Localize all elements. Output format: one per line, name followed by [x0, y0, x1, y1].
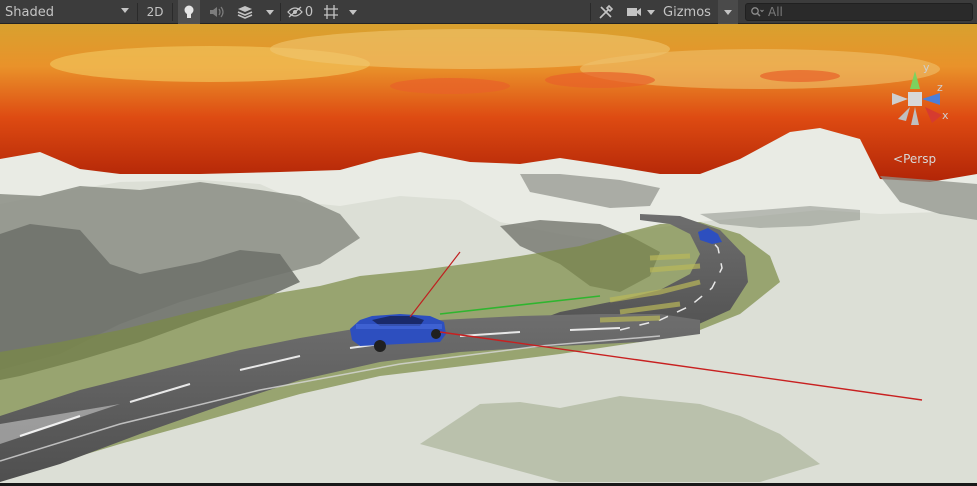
effects-dropdown[interactable] — [263, 0, 277, 24]
camera-dropdown[interactable] — [644, 0, 658, 24]
light-bulb-icon — [184, 5, 194, 18]
audio-toggle[interactable] — [206, 0, 228, 24]
projection-toggle[interactable]: <Persp — [893, 152, 936, 166]
projection-label: Persp — [903, 152, 937, 166]
grid-dropdown[interactable] — [346, 0, 360, 24]
camera-icon — [627, 8, 641, 16]
axis-gizmo-icon: y z x — [892, 61, 949, 125]
lighting-toggle[interactable] — [178, 0, 200, 24]
divider — [280, 3, 281, 21]
chevron-left-icon: < — [893, 152, 904, 166]
axis-z-label: z — [937, 81, 943, 94]
speaker-icon — [210, 6, 224, 18]
eye-slash-icon — [286, 6, 303, 18]
divider — [590, 3, 591, 21]
divider — [137, 3, 138, 21]
search-icon — [751, 7, 764, 17]
scene-render — [0, 24, 977, 483]
orientation-gizmo[interactable]: y z x — [880, 59, 950, 139]
draw-mode-label: Shaded — [5, 4, 54, 20]
search-input[interactable] — [764, 5, 958, 19]
hidden-count: 0 — [304, 4, 314, 20]
axis-x-label: x — [942, 109, 949, 122]
2d-mode-button[interactable]: 2D — [142, 0, 168, 24]
grid-toggle[interactable] — [320, 0, 342, 24]
tools-icon — [599, 4, 614, 19]
axis-y-label: y — [923, 61, 930, 74]
scene-search[interactable] — [745, 3, 973, 21]
grid-snap-icon — [324, 5, 338, 19]
scene-toolbar: Shaded 2D 0 Gizmos — [0, 0, 977, 24]
tools-button[interactable] — [595, 0, 617, 24]
hidden-objects-toggle[interactable]: 0 — [284, 0, 316, 24]
draw-mode-dropdown[interactable]: Shaded — [0, 0, 135, 24]
chevron-down-icon — [121, 8, 129, 13]
effects-toggle[interactable] — [234, 0, 256, 24]
divider — [172, 3, 173, 21]
scene-viewport[interactable]: y z x <Persp — [0, 24, 977, 483]
gizmos-button[interactable]: Gizmos — [660, 0, 714, 24]
layers-icon — [237, 6, 253, 19]
gizmos-dropdown[interactable] — [718, 0, 738, 24]
camera-button[interactable] — [623, 0, 645, 24]
